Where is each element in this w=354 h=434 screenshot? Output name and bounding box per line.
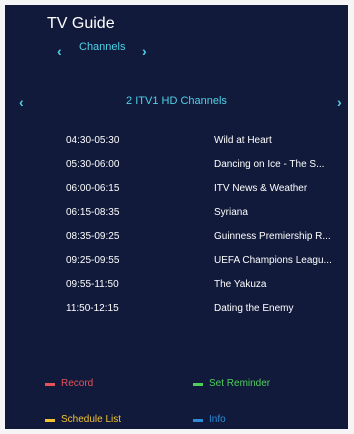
schedule-list-color-key bbox=[45, 419, 55, 422]
program-time: 09:25-09:55 bbox=[66, 255, 120, 266]
record-label: Record bbox=[61, 378, 94, 389]
program-title: Guinness Premiership R... bbox=[214, 231, 331, 242]
program-time: 06:15-08:35 bbox=[66, 207, 120, 218]
program-time: 11:50-12:15 bbox=[66, 303, 119, 314]
program-row[interactable]: 06:00-06:15 ITV News & Weather bbox=[5, 183, 348, 203]
page-title: TV Guide bbox=[47, 15, 115, 32]
info-label: Info bbox=[209, 414, 226, 425]
program-title: Syriana bbox=[214, 207, 248, 218]
program-title: Dating the Enemy bbox=[214, 303, 294, 314]
program-row[interactable]: 11:50-12:15 Dating the Enemy bbox=[5, 303, 348, 323]
program-title: ITV News & Weather bbox=[214, 183, 308, 194]
program-row[interactable]: 06:15-08:35 Syriana bbox=[5, 207, 348, 227]
set-reminder-label: Set Reminder bbox=[209, 378, 271, 389]
program-time: 09:55-11:50 bbox=[66, 279, 119, 290]
category-next-icon[interactable]: › bbox=[142, 44, 147, 58]
program-time: 04:30-05:30 bbox=[66, 135, 120, 146]
set-reminder-color-key bbox=[193, 383, 203, 386]
category-selector-label[interactable]: Channels bbox=[79, 41, 125, 53]
channel-name: 2 ITV1 HD Channels bbox=[126, 95, 227, 107]
program-row[interactable]: 04:30-05:30 Wild at Heart bbox=[5, 135, 348, 155]
tv-guide-screen: TV Guide ‹ Channels › ‹ 2 ITV1 HD Channe… bbox=[5, 5, 348, 429]
program-row[interactable]: 05:30-06:00 Dancing on Ice - The S... bbox=[5, 159, 348, 179]
program-time: 06:00-06:15 bbox=[66, 183, 120, 194]
program-title: Wild at Heart bbox=[214, 135, 272, 146]
program-title: The Yakuza bbox=[214, 279, 267, 290]
category-prev-icon[interactable]: ‹ bbox=[57, 44, 62, 58]
channel-next-icon[interactable]: › bbox=[337, 95, 342, 109]
schedule-list-label: Schedule List bbox=[61, 414, 122, 425]
program-time: 05:30-06:00 bbox=[66, 159, 120, 170]
program-row[interactable]: 09:25-09:55 UEFA Champions Leagu... bbox=[5, 255, 348, 275]
program-row[interactable]: 09:55-11:50 The Yakuza bbox=[5, 279, 348, 299]
info-color-key bbox=[193, 419, 203, 422]
record-color-key bbox=[45, 383, 55, 386]
program-title: Dancing on Ice - The S... bbox=[214, 159, 325, 170]
program-time: 08:35-09:25 bbox=[66, 231, 120, 242]
program-title: UEFA Champions Leagu... bbox=[214, 255, 332, 266]
program-row[interactable]: 08:35-09:25 Guinness Premiership R... bbox=[5, 231, 348, 251]
